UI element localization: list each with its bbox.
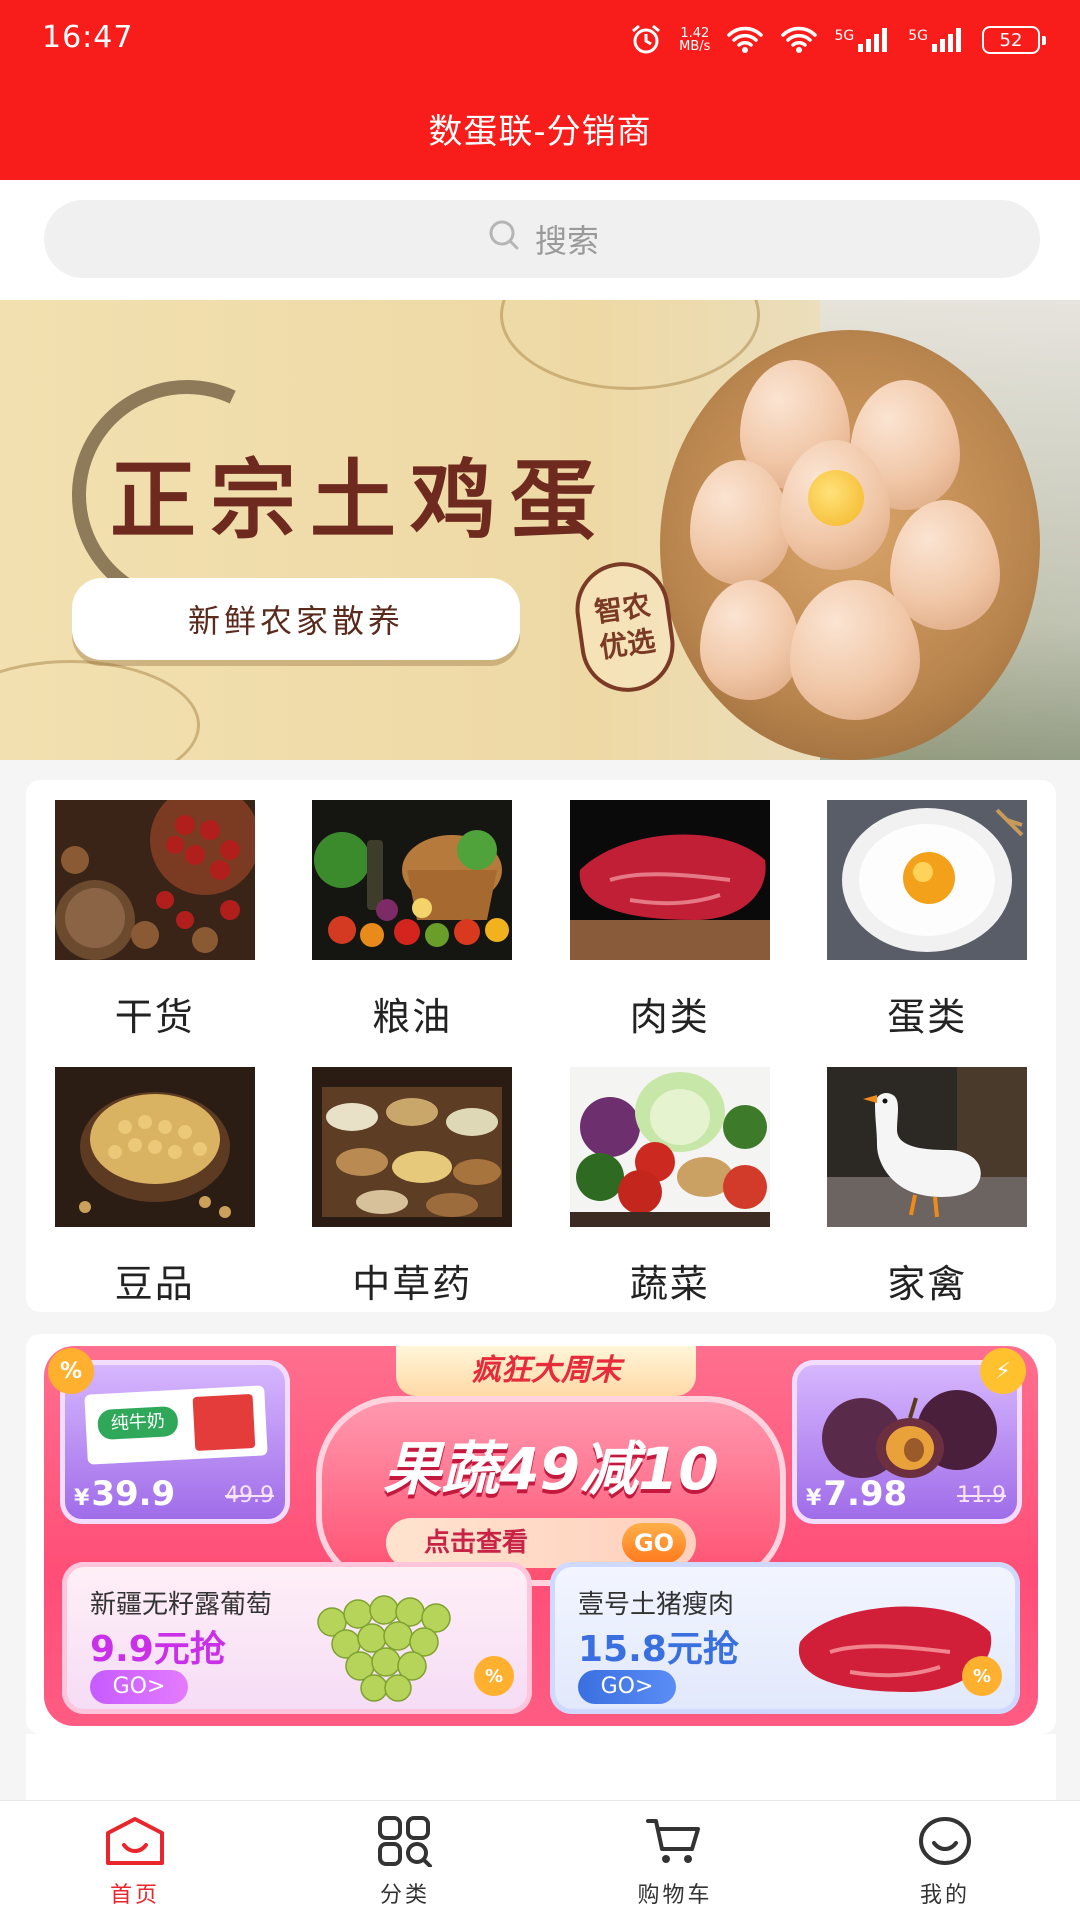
category-label: 中草药 [352, 1262, 473, 1306]
category-item-vegetables[interactable]: 蔬菜 [541, 1067, 799, 1308]
signal-label-2: 5G [908, 28, 928, 44]
category-label: 豆品 [114, 1262, 195, 1306]
promo-headline: 果蔬49减10 [383, 1435, 719, 1503]
battery-level: 52 [999, 29, 1023, 51]
promo-section: 疯狂大周末 纯牛奶 ¥39.9 49.9 % 果蔬49减10 点击查看 GO ¥… [26, 1334, 1056, 1734]
currency-symbol: ¥ [74, 1486, 90, 1511]
category-grid: 干货 粮油 肉类 蛋类 豆品 中草药 蔬菜 家禽 [26, 800, 1056, 1308]
deal-name: 壹号土猪瘦肉 [578, 1590, 735, 1620]
cloud-decoration [500, 300, 760, 390]
milk-price: ¥39.9 [74, 1474, 175, 1514]
deal-price: 15.8元抢 [578, 1629, 739, 1670]
plum-price: ¥7.98 [806, 1474, 907, 1514]
tab-profile[interactable]: 我的 [810, 1801, 1080, 1920]
grain-oil-image [312, 800, 513, 960]
milk-price-value: 39.9 [91, 1474, 176, 1514]
banner-tagline: 新鲜农家散养 [72, 578, 520, 660]
plum-old-price: 11.9 [957, 1483, 1006, 1508]
hero-banner[interactable]: 正宗土鸡蛋 新鲜农家散养 智农 优选 [0, 300, 1080, 760]
category-item-herbal[interactable]: 中草药 [284, 1067, 542, 1308]
percent-badge: % [474, 1656, 514, 1696]
category-grid-card: 干货 粮油 肉类 蛋类 豆品 中草药 蔬菜 家禽 [26, 780, 1056, 1312]
top-bar: 16:47 1.42 MB/s 5G 5G 52 数蛋联-分销商 [0, 0, 1080, 180]
category-label: 蔬菜 [629, 1262, 710, 1306]
promo-weekend-title: 疯狂大周末 [396, 1346, 696, 1396]
category-label: 蛋类 [887, 995, 968, 1039]
status-icons: 1.42 MB/s 5G 5G 52 [629, 20, 1046, 60]
category-item-meat[interactable]: 肉类 [541, 800, 799, 1041]
search-placeholder: 搜索 [534, 222, 599, 260]
tab-label: 分类 [379, 1883, 430, 1908]
network-speed: 1.42 MB/s [679, 27, 710, 53]
milk-product-label: 纯牛奶 [97, 1405, 179, 1441]
promo-milk-card[interactable]: 纯牛奶 ¥39.9 49.9 [60, 1360, 290, 1524]
cell-signal-icon: 5G [834, 26, 892, 54]
deal-go-button[interactable]: GO> [578, 1670, 676, 1704]
grapes-image [317, 1595, 451, 1702]
wifi-icon [726, 25, 764, 55]
category-item-dried-goods[interactable]: 干货 [26, 800, 284, 1041]
milk-box-side [192, 1393, 256, 1452]
cloud-decoration [0, 660, 200, 760]
tab-cart[interactable]: 购物车 [540, 1801, 810, 1920]
herbal-image [312, 1067, 513, 1227]
category-item-eggs[interactable]: 蛋类 [799, 800, 1057, 1041]
deal-price: 9.9元抢 [90, 1629, 226, 1670]
percent-badge: % [48, 1348, 94, 1394]
dried-goods-image [54, 800, 255, 960]
seal-line-2: 优选 [597, 624, 658, 665]
lightning-icon: ⚡ [980, 1348, 1026, 1394]
network-speed-unit: MB/s [679, 39, 711, 54]
alarm-icon [629, 23, 663, 57]
battery-icon: 52 [982, 26, 1046, 54]
promo-headline-card[interactable]: 果蔬49减10 点击查看 GO [316, 1396, 786, 1586]
category-label: 肉类 [629, 995, 710, 1039]
deal-card-grapes[interactable]: 新疆无籽露葡萄 9.9元抢 GO> % [62, 1562, 532, 1714]
tab-category[interactable]: 分类 [270, 1801, 540, 1920]
tab-label: 购物车 [637, 1883, 713, 1908]
tab-label: 我的 [919, 1883, 970, 1908]
category-label: 家禽 [887, 1262, 968, 1306]
deal-card-pork[interactable]: 壹号土猪瘦肉 15.8元抢 GO> % [550, 1562, 1020, 1714]
cell-signal-icon-2: 5G [908, 26, 966, 54]
category-label: 粮油 [372, 995, 453, 1039]
promo-go-badge: GO [622, 1523, 686, 1563]
poultry-image [827, 1067, 1028, 1227]
home-icon [102, 1815, 168, 1871]
signal-label: 5G [834, 28, 855, 44]
promo-view-button[interactable]: 点击查看 GO [386, 1518, 696, 1568]
egg-basket-image [660, 330, 1040, 760]
tab-label: 首页 [109, 1883, 160, 1908]
wifi-icon-secondary [780, 25, 818, 55]
tab-home[interactable]: 首页 [0, 1801, 270, 1920]
currency-symbol: ¥ [806, 1486, 822, 1511]
status-time: 16:47 [42, 20, 134, 55]
eggs-image [827, 800, 1028, 960]
bottom-navigation: 首页 分类 购物车 我的 [0, 1800, 1080, 1920]
search-bar-container: 搜索 [0, 180, 1080, 300]
deal-go-button[interactable]: GO> [90, 1670, 188, 1704]
banner-headline: 正宗土鸡蛋 [110, 450, 610, 551]
search-input[interactable]: 搜索 [44, 200, 1040, 278]
percent-badge: % [962, 1656, 1002, 1696]
meat-image [569, 800, 770, 960]
category-item-soy[interactable]: 豆品 [26, 1067, 284, 1308]
deal-name: 新疆无籽露葡萄 [90, 1590, 273, 1620]
soy-image [54, 1067, 255, 1227]
milk-box-image: 纯牛奶 [84, 1385, 268, 1465]
next-section-preview [26, 1734, 1056, 1800]
category-item-poultry[interactable]: 家禽 [799, 1067, 1057, 1308]
promo-view-label: 点击查看 [424, 1528, 529, 1558]
category-grid-icon [372, 1815, 438, 1871]
milk-old-price: 49.9 [225, 1483, 274, 1508]
plum-price-value: 7.98 [823, 1474, 908, 1514]
page-title: 数蛋联-分销商 [428, 112, 652, 152]
category-label: 干货 [114, 995, 195, 1039]
category-item-grain-oil[interactable]: 粮油 [284, 800, 542, 1041]
profile-smile-icon [912, 1815, 978, 1871]
cart-icon [642, 1815, 708, 1871]
vegetables-image [569, 1067, 770, 1227]
search-icon [485, 216, 523, 262]
